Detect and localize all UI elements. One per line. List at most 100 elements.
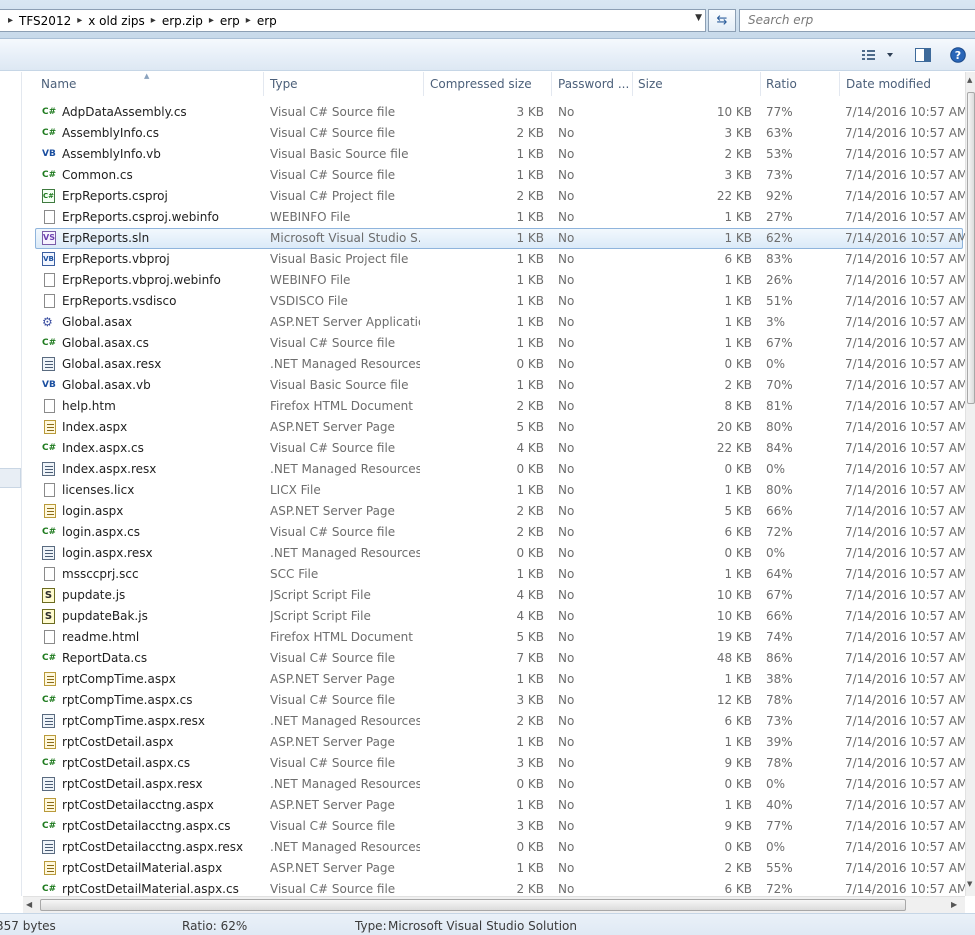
navigation-pane[interactable] xyxy=(0,72,22,896)
file-row[interactable]: SpupdateBak.js JScript Script File 4 KB No 1… xyxy=(23,606,965,627)
refresh-button[interactable]: ⇆ xyxy=(708,9,736,32)
file-ratio: 73% xyxy=(766,714,793,728)
file-name: rptCostDetailacctng.aspx.cs xyxy=(62,819,231,833)
breadcrumb-x-old-zips[interactable]: x old zips xyxy=(88,14,145,28)
breadcrumb-separator[interactable]: ▸ xyxy=(240,15,257,26)
status-type-value: Microsoft Visual Studio Solution xyxy=(388,919,577,933)
column-header-name[interactable]: Name xyxy=(35,72,263,96)
breadcrumb-separator[interactable]: ▸ xyxy=(71,15,88,26)
address-bar[interactable]: ▸ TFS2012 ▸ x old zips ▸ erp.zip ▸ erp ▸… xyxy=(0,9,706,32)
file-row[interactable]: licenses.licx LICX File 1 KB No 1 KB 80% 7/14/… xyxy=(23,480,965,501)
file-row[interactable]: C# rptCostDetail.aspx.cs Visual C# Source … xyxy=(23,753,965,774)
vertical-scroll-thumb[interactable] xyxy=(967,92,975,404)
file-ratio: 55% xyxy=(766,861,793,875)
preview-pane-button[interactable] xyxy=(912,45,934,65)
file-name: rptCompTime.aspx.cs xyxy=(62,693,193,707)
file-row[interactable]: rptCostDetailacctng.aspx ASP.NET Server P… xyxy=(23,795,965,816)
file-row[interactable]: C# ErpReports.csproj Visual C# Project fil… xyxy=(23,186,965,207)
file-row[interactable]: rptCompTime.aspx ASP.NET Server Page 1 KB N… xyxy=(23,669,965,690)
file-password: No xyxy=(558,651,575,665)
file-row[interactable]: C# Index.aspx.cs Visual C# Source file 4 KB… xyxy=(23,438,965,459)
horizontal-scrollbar[interactable]: ◀ ▶ xyxy=(23,896,965,913)
file-size: 1 KB xyxy=(724,231,752,245)
file-row[interactable]: C# ReportData.cs Visual C# Source file 7 KB… xyxy=(23,648,965,669)
file-password: No xyxy=(558,777,575,791)
file-compressed-size: 1 KB xyxy=(516,252,544,266)
scroll-left-icon[interactable]: ◀ xyxy=(26,900,32,909)
aspx-file-icon xyxy=(44,672,56,686)
file-row[interactable]: mssccprj.scc SCC File 1 KB No 1 KB 64% 7/14/20… xyxy=(23,564,965,585)
file-row[interactable]: rptCostDetailacctng.aspx.resx .NET Manage… xyxy=(23,837,965,858)
file-row[interactable]: C# AdpDataAssembly.cs Visual C# Source fil… xyxy=(23,102,965,123)
file-row[interactable]: ErpReports.csproj.webinfo WEBINFO File 1 K… xyxy=(23,207,965,228)
file-row[interactable]: C# AssemblyInfo.cs Visual C# Source file 2 … xyxy=(23,123,965,144)
cs-file-icon: C# xyxy=(42,170,57,180)
help-button[interactable]: ? xyxy=(947,45,969,65)
file-row[interactable]: readme.html Firefox HTML Document 5 KB No 19… xyxy=(23,627,965,648)
file-date-modified: 7/14/2016 10:57 AM xyxy=(845,798,965,812)
file-row[interactable]: login.aspx.resx .NET Managed Resources ..… xyxy=(23,543,965,564)
file-ratio: 51% xyxy=(766,294,793,308)
column-header-date-modified[interactable]: Date modified xyxy=(840,72,965,96)
scroll-down-icon[interactable]: ▼ xyxy=(967,880,972,888)
file-row[interactable]: rptCostDetailMaterial.aspx ASP.NET Server… xyxy=(23,858,965,879)
file-row[interactable]: help.htm Firefox HTML Document 2 KB No 8 KB 8… xyxy=(23,396,965,417)
file-row[interactable]: ⚙ Global.asax ASP.NET Server Application 1 … xyxy=(23,312,965,333)
navigation-pane-selected-item[interactable] xyxy=(0,468,21,488)
scroll-right-icon[interactable]: ▶ xyxy=(951,900,957,909)
file-name: login.aspx.cs xyxy=(62,525,141,539)
file-row[interactable]: VB AssemblyInfo.vb Visual Basic Source fil… xyxy=(23,144,965,165)
file-row[interactable]: rptCompTime.aspx.resx .NET Managed Resour… xyxy=(23,711,965,732)
file-row[interactable]: C# Global.asax.cs Visual C# Source file 1 K… xyxy=(23,333,965,354)
address-dropdown-icon[interactable]: ▼ xyxy=(695,13,702,23)
column-header-ratio[interactable]: Ratio xyxy=(760,72,839,96)
svg-text:?: ? xyxy=(955,49,961,62)
horizontal-scroll-thumb[interactable] xyxy=(40,899,906,911)
file-row-selected[interactable]: VS ErpReports.sln Microsoft Visual Studio … xyxy=(35,228,965,249)
scroll-up-icon[interactable]: ▲ xyxy=(967,76,972,84)
file-row[interactable]: C# rptCompTime.aspx.cs Visual C# Source fi… xyxy=(23,690,965,711)
column-header-compressed-size[interactable]: Compressed size xyxy=(424,72,550,96)
column-header-size[interactable]: Size xyxy=(632,72,759,96)
document-icon xyxy=(44,483,55,497)
file-row[interactable]: Global.asax.resx .NET Managed Resources .… xyxy=(23,354,965,375)
file-size: 6 KB xyxy=(724,714,752,728)
file-row[interactable]: ErpReports.vsdisco VSDISCO File 1 KB No 1 KB… xyxy=(23,291,965,312)
file-row[interactable]: VB Global.asax.vb Visual Basic Source file… xyxy=(23,375,965,396)
breadcrumb-erp[interactable]: erp xyxy=(220,14,240,28)
file-row[interactable]: C# rptCostDetailacctng.aspx.cs Visual C# S… xyxy=(23,816,965,837)
file-row[interactable]: C# rptCostDetailMaterial.aspx.cs Visual C#… xyxy=(23,879,965,896)
breadcrumb-erp-current[interactable]: erp xyxy=(257,14,277,28)
file-compressed-size: 0 KB xyxy=(516,462,544,476)
view-options-button[interactable] xyxy=(857,45,897,65)
document-icon xyxy=(44,567,55,581)
breadcrumb-separator[interactable]: ▸ xyxy=(203,15,220,26)
breadcrumb-erp-zip[interactable]: erp.zip xyxy=(162,14,203,28)
breadcrumb-tfs2012[interactable]: TFS2012 xyxy=(19,14,71,28)
file-size: 1 KB xyxy=(724,336,752,350)
file-row[interactable]: rptCostDetail.aspx ASP.NET Server Page 1 K… xyxy=(23,732,965,753)
breadcrumb-separator[interactable]: ▸ xyxy=(145,15,162,26)
file-ratio: 72% xyxy=(766,882,793,896)
file-type: ASP.NET Server Page xyxy=(270,420,395,434)
file-type: Microsoft Visual Studio S... xyxy=(270,231,420,245)
search-input[interactable]: Search erp xyxy=(739,9,975,32)
vertical-scrollbar[interactable]: ▲ ▼ xyxy=(965,72,975,896)
file-row[interactable]: C# login.aspx.cs Visual C# Source file 2 KB… xyxy=(23,522,965,543)
file-size: 1 KB xyxy=(724,672,752,686)
column-header-type[interactable]: Type xyxy=(264,72,422,96)
file-row[interactable]: VB ErpReports.vbproj Visual Basic Project … xyxy=(23,249,965,270)
file-name: Index.aspx xyxy=(62,420,128,434)
asax-file-icon: ⚙ xyxy=(42,315,53,329)
file-row[interactable]: rptCostDetail.aspx.resx .NET Managed Reso… xyxy=(23,774,965,795)
file-type: LICX File xyxy=(270,483,321,497)
file-row[interactable]: ErpReports.vbproj.webinfo WEBINFO File 1 K… xyxy=(23,270,965,291)
column-header-password[interactable]: Password ... xyxy=(552,72,632,96)
file-row[interactable]: C# Common.cs Visual C# Source file 1 KB No 3 … xyxy=(23,165,965,186)
file-row[interactable]: Spupdate.js JScript Script File 4 KB No 10 K… xyxy=(23,585,965,606)
file-row[interactable]: Index.aspx ASP.NET Server Page 5 KB No 20 KB… xyxy=(23,417,965,438)
file-compressed-size: 2 KB xyxy=(516,399,544,413)
file-row[interactable]: Index.aspx.resx .NET Managed Resources ..… xyxy=(23,459,965,480)
file-date-modified: 7/14/2016 10:57 AM xyxy=(845,336,965,350)
file-row[interactable]: login.aspx ASP.NET Server Page 2 KB No 5 KB 6… xyxy=(23,501,965,522)
